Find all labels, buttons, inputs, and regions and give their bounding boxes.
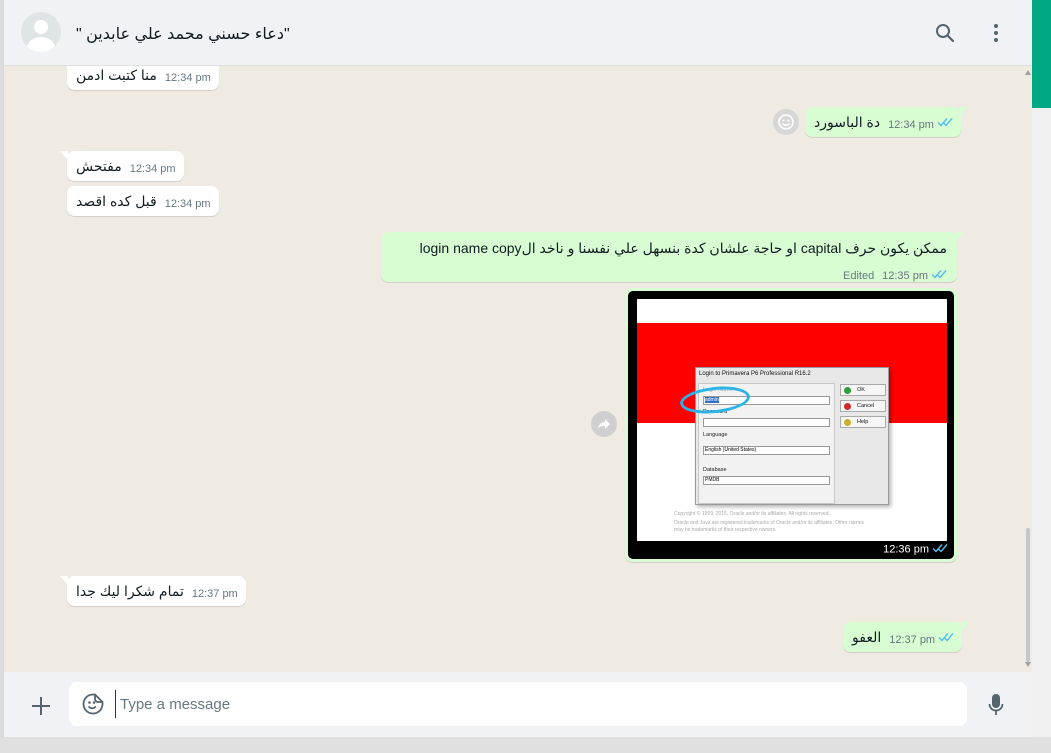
scrollbar-thumb[interactable] xyxy=(1026,528,1030,662)
message-incoming[interactable]: قبل كده اقصد 12:34 pm xyxy=(67,186,219,216)
window-bottom-strip xyxy=(0,737,1051,753)
bubble-tail xyxy=(959,107,968,116)
message-input-box xyxy=(69,682,967,726)
bubble-tail xyxy=(60,576,68,585)
read-ticks-icon xyxy=(931,266,947,282)
reaction-emoji-icon[interactable] xyxy=(773,109,799,135)
window-edge-accent xyxy=(1032,0,1051,108)
bubble-tail xyxy=(60,151,68,160)
scroll-down-arrow-icon[interactable] xyxy=(1025,662,1031,667)
attach-plus-icon[interactable] xyxy=(27,692,55,720)
message-list[interactable]: منا كتبت ادمن 12:34 pm دة الباسورد 12:34 p… xyxy=(4,66,1033,672)
message-time: 12:36 pm xyxy=(883,543,929,556)
message-time: 12:34 pm xyxy=(164,197,211,210)
message-outgoing[interactable]: ممكن يكون حرف capital او حاجة علشان كدة … xyxy=(381,232,964,282)
contact-avatar[interactable] xyxy=(21,12,61,52)
bubble-tail xyxy=(961,622,970,631)
image-thumbnail[interactable]: Login to Primavera P6 Professional R16.2… xyxy=(628,291,954,559)
sticker-emoji-icon[interactable] xyxy=(81,692,105,716)
message-incoming[interactable]: تمام شكرا ليك جدا 12:37 pm xyxy=(60,576,246,606)
message-time: 12:34 pm xyxy=(164,71,211,84)
image-meta: 12:36 pm xyxy=(883,543,948,556)
composer-bar xyxy=(4,672,1033,737)
message-text: ممكن يكون حرف capital او حاجة علشان كدة … xyxy=(419,240,947,256)
avatar-head-shape xyxy=(34,20,48,34)
message-outgoing[interactable]: دة الباسورد 12:34 pm xyxy=(805,107,968,137)
message-text: منا كتبت ادمن xyxy=(76,66,157,83)
message-time: 12:37 pm xyxy=(191,587,238,600)
message-time: 12:37 pm xyxy=(889,633,936,646)
microphone-icon[interactable] xyxy=(984,691,1008,719)
chat-header: "دعاء حسني محمد علي عابدين " xyxy=(4,0,1033,66)
message-time: 12:34 pm xyxy=(129,162,176,175)
message-text: قبل كده اقصد xyxy=(76,192,157,209)
message-incoming[interactable]: مفتحش 12:34 pm xyxy=(60,151,184,181)
message-text: تمام شكرا ليك جدا xyxy=(76,582,184,599)
read-ticks-icon xyxy=(937,114,953,130)
scroll-up-arrow-icon[interactable] xyxy=(1025,70,1031,75)
edited-label: Edited xyxy=(843,270,875,283)
read-ticks-icon xyxy=(932,543,948,556)
message-text: مفتحش xyxy=(76,157,122,174)
read-ticks-icon xyxy=(938,629,954,645)
bubble-tail xyxy=(956,232,964,241)
avatar-body-shape xyxy=(27,37,55,52)
menu-dots-icon[interactable] xyxy=(983,20,1009,46)
message-meta-row: Edited 12:35 pm xyxy=(391,265,947,282)
message-outgoing-image[interactable]: Login to Primavera P6 Professional R16.2… xyxy=(625,288,957,562)
forward-icon[interactable] xyxy=(591,411,617,437)
message-time: 12:35 pm xyxy=(882,270,928,283)
message-time: 12:34 pm xyxy=(888,118,934,131)
message-incoming[interactable]: منا كتبت ادمن 12:34 pm xyxy=(67,66,219,90)
whatsapp-chat-window: "دعاء حسني محمد علي عابدين " منا كتبت اد… xyxy=(3,0,1033,737)
window-edge-strip xyxy=(1032,0,1051,753)
message-text: العفو xyxy=(852,628,882,645)
contact-name[interactable]: "دعاء حسني محمد علي عابدين " xyxy=(76,24,290,44)
message-text: دة الباسورد xyxy=(814,113,881,130)
message-outgoing[interactable]: العفو 12:37 pm xyxy=(843,622,970,652)
search-icon[interactable] xyxy=(932,20,958,46)
message-input[interactable] xyxy=(115,690,955,718)
